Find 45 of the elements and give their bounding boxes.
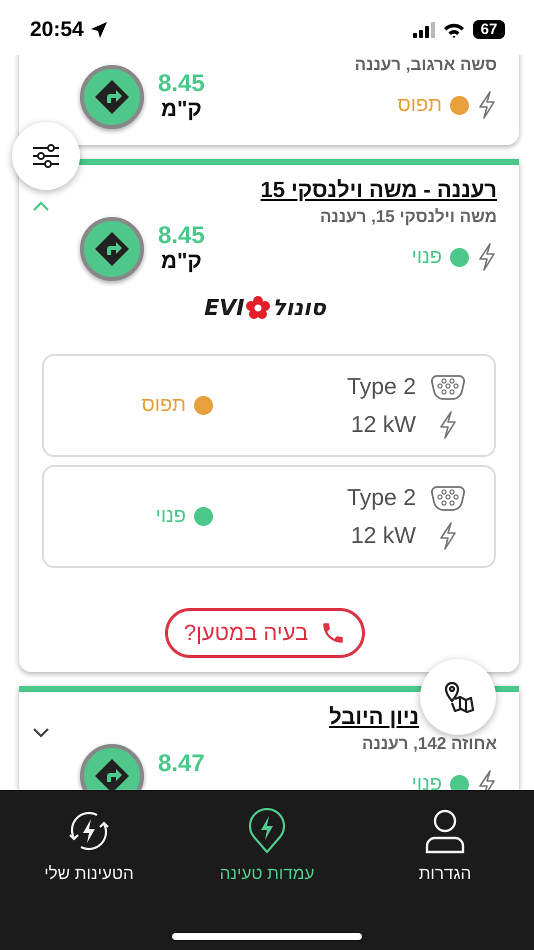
station-address: סשה ארגוב, רעננה [354, 55, 497, 75]
clock-time: 20:54 [30, 18, 84, 42]
status-label: פנוי [412, 246, 442, 268]
status-label: תפוס [398, 94, 442, 116]
status-label: תפוס [142, 394, 186, 417]
distance-value: 8.45 [158, 70, 205, 98]
navigate-button[interactable] [80, 65, 144, 129]
distance-value: 8.47 [158, 750, 205, 778]
nav-tab[interactable]: הטעינות שלי [0, 790, 178, 884]
station-title[interactable]: ניון היובל [329, 704, 497, 730]
pin-bolt-icon [247, 808, 287, 854]
distance-value: 8.45 [158, 222, 205, 250]
station-address: אחוזה 142, רעננה [361, 734, 497, 754]
location-arrow-icon [90, 20, 108, 38]
connector-power: 12 kW [350, 522, 416, 549]
navigate-button[interactable] [80, 744, 144, 790]
bolt-icon [477, 243, 497, 271]
connector-power: 12 kW [350, 411, 416, 438]
distance-unit: ק"מ [160, 97, 202, 122]
bolt-icon [477, 91, 497, 119]
flower-icon [246, 296, 270, 320]
plug-icon [431, 484, 465, 512]
connector-type: Type 2 [346, 484, 416, 511]
plug-icon [431, 372, 465, 400]
map-pin-icon [442, 681, 474, 713]
navigate-button[interactable] [80, 217, 144, 281]
bolt-icon [477, 770, 497, 790]
bolt-icon [438, 410, 458, 438]
station-title[interactable]: רעננה - משה וילנסקי 15 [260, 177, 497, 203]
status-label: פנוי [412, 772, 442, 790]
connector-type: Type 2 [346, 373, 416, 400]
signal-icon [413, 22, 435, 38]
nav-tab[interactable]: הגדרות [356, 790, 534, 884]
bolt-icon [438, 522, 458, 550]
station-address: משה וילנסקי 15, רעננה [318, 207, 497, 227]
nav-tab[interactable]: עמדות טעינה [178, 790, 356, 884]
battery-level: 67 [473, 20, 505, 39]
wifi-icon [443, 22, 465, 38]
logo-text: סונול [272, 296, 326, 320]
distance-unit: ק"מ [160, 249, 202, 274]
logo-text: EVI [204, 296, 244, 320]
sliders-icon [32, 144, 60, 168]
status-label: פנוי [156, 505, 186, 528]
report-problem-button[interactable]: בעיה במטען? [164, 608, 366, 658]
chevron-icon[interactable] [33, 728, 49, 738]
